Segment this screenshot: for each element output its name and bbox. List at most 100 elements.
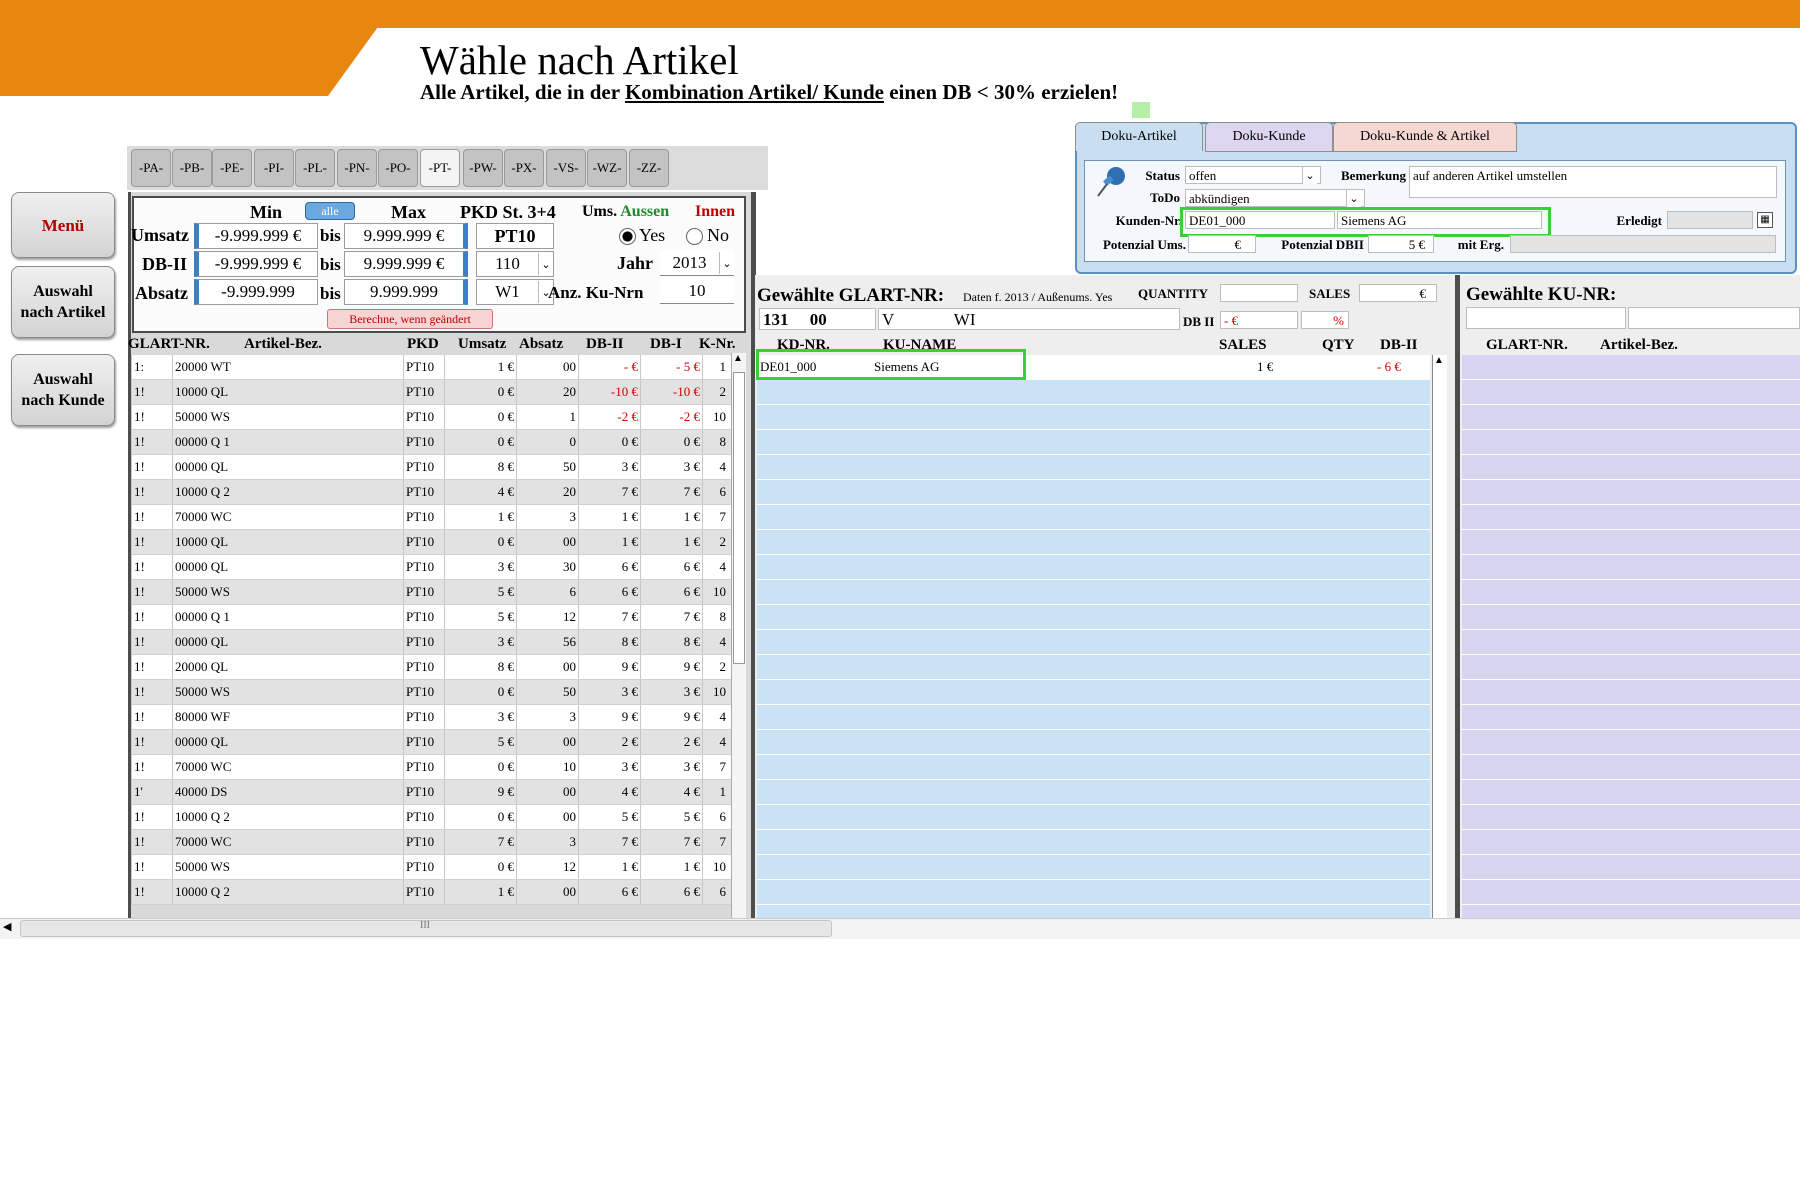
select-by-customer-button[interactable]: Auswahl nach Kunde (11, 354, 115, 426)
table-row[interactable]: 1! 00000 QL PT10 3 €56 8 €8 €4 (131, 630, 731, 655)
tab-pkd[interactable]: -PX- (504, 149, 544, 187)
glart-field[interactable]: 131 00 (759, 308, 876, 330)
empty-row (757, 705, 1430, 730)
table-cell: 00 (516, 530, 578, 554)
status-select[interactable]: offen (1185, 166, 1321, 184)
col-sales: SALES (1219, 337, 1267, 353)
table-row[interactable]: 1! 10000 QL PT10 0 €00 1 €1 €2 (131, 530, 731, 555)
umsatz-max-field[interactable]: 9.999.999 € (344, 223, 468, 249)
bis-label-2: bis (320, 255, 341, 274)
tab-pkd[interactable]: -PA- (131, 149, 171, 187)
customer-table-scrollbar[interactable] (1432, 355, 1447, 918)
yes-radio[interactable] (619, 228, 636, 245)
tab-pkd[interactable]: -PB- (172, 149, 212, 187)
mit-erg-field[interactable] (1510, 235, 1776, 253)
tab-pkd[interactable]: -ZZ- (629, 149, 669, 187)
tab-pkd[interactable]: -WZ- (587, 149, 627, 187)
table-row[interactable]: 1! 50000 WS PT10 0 €50 3 €3 €10 (131, 680, 731, 705)
tab-pkd[interactable]: -VS- (546, 149, 586, 187)
dbii-pct-field[interactable]: % (1301, 311, 1349, 329)
empty-row (1462, 855, 1800, 880)
chevron-down-icon[interactable]: ⌄ (538, 253, 553, 275)
table-row[interactable]: 1! 50000 WS PT10 0 €12 1 €1 €10 (131, 855, 731, 880)
table-cell: 6 € (640, 580, 702, 604)
tab-pkd[interactable]: -PE- (212, 149, 252, 187)
empty-row (757, 530, 1430, 555)
table-row[interactable]: 1! 70000 WC PT10 1 €3 1 €1 €7 (131, 505, 731, 530)
chevron-down-icon[interactable]: ⌄ (1302, 167, 1317, 184)
table-row[interactable]: 1' 40000 DS PT10 9 €00 4 €4 €1 (131, 780, 731, 805)
table-row[interactable]: 1! 10000 Q 2 PT10 0 €00 5 €5 €6 (131, 805, 731, 830)
scroll-left-icon[interactable]: ◀ (3, 920, 11, 933)
sales-field[interactable]: € (1359, 284, 1437, 302)
jahr-select[interactable]: 2013 ⌄ (660, 251, 734, 276)
absatz-max-field[interactable]: 9.999.999 (344, 279, 468, 305)
pot-dbii-field[interactable]: 5 € (1368, 235, 1434, 253)
alle-button[interactable]: alle (305, 202, 355, 220)
subtitle-link[interactable]: Kombination Artikel/ Kunde (625, 80, 884, 104)
table-row[interactable]: 1! 50000 WS PT10 0 €1 -2 € -2 €10 (131, 405, 731, 430)
tab-pkd[interactable]: -PO- (378, 149, 418, 187)
daten-label: Daten f. 2013 / Außenums. Yes (963, 290, 1113, 304)
table-row[interactable]: 1! 00000 QL PT10 8 €50 3 €3 €4 (131, 455, 731, 480)
quantity-field[interactable] (1220, 284, 1298, 302)
table-cell: PT10 (403, 480, 444, 504)
tab-pkd[interactable]: -PN- (337, 149, 377, 187)
table-row[interactable]: 1! 50000 WS PT10 5 €6 6 €6 €10 (131, 580, 731, 605)
tab-doku-kunde-artikel[interactable]: Doku-Kunde & Artikel (1333, 122, 1517, 152)
scroll-up-icon[interactable]: ▲ (731, 353, 745, 367)
ku-nr-field[interactable] (1466, 307, 1626, 329)
table-row[interactable]: 1! 10000 Q 2 PT10 4 €20 7 €7 €6 (131, 480, 731, 505)
tab-pkd[interactable]: -PI- (254, 149, 294, 187)
table-row[interactable]: 1! 70000 WC PT10 0 €10 3 €3 €7 (131, 755, 731, 780)
select-by-article-button[interactable]: Auswahl nach Artikel (11, 266, 115, 338)
table-row[interactable]: 1! 00000 QL PT10 5 €00 2 €2 €4 (131, 730, 731, 755)
pot-ums-field[interactable]: € (1188, 235, 1256, 253)
anz-field[interactable]: 10 (660, 279, 734, 304)
erledigt-field[interactable] (1667, 211, 1753, 229)
table-row[interactable]: 1! 00000 QL PT10 3 €30 6 €6 €4 (131, 555, 731, 580)
table-row[interactable]: 1! 00000 Q 1 PT10 5 €12 7 €7 €8 (131, 605, 731, 630)
tab-doku-kunde[interactable]: Doku-Kunde (1205, 122, 1333, 152)
dbii-min-field[interactable]: -9.999.999 € (194, 251, 318, 277)
table-cell: 3 € (578, 455, 640, 479)
article-table-scroll-thumb[interactable] (733, 372, 745, 664)
ku-name-field[interactable] (1628, 307, 1800, 329)
table-row[interactable]: 1! 10000 Q 2 PT10 1 €00 6 €6 €6 (131, 880, 731, 905)
no-radio[interactable] (686, 228, 703, 245)
absatz-min-field[interactable]: -9.999.999 (194, 279, 318, 305)
table-row[interactable]: 1: 20000 WT PT10 1 €00- € - 5 €1 (131, 355, 731, 380)
pkd-value-field[interactable]: PT10 (476, 223, 554, 249)
table-cell: 10000 QL (172, 530, 234, 554)
table-row[interactable]: 1! 80000 WF PT10 3 €3 9 €9 €4 (131, 705, 731, 730)
tab-pkd[interactable]: -PT- (420, 149, 460, 187)
tab-doku-artikel[interactable]: Doku-Artikel (1075, 122, 1203, 151)
todo-select[interactable]: abkündigen (1185, 189, 1365, 207)
code-select[interactable]: 110 ⌄ (476, 251, 554, 277)
table-row[interactable]: 1! 70000 WC PT10 7 €3 7 €7 €7 (131, 830, 731, 855)
umsatz-min-field[interactable]: -9.999.999 € (194, 223, 318, 249)
calendar-icon[interactable]: ▦ (1757, 212, 1773, 228)
empty-row (757, 805, 1430, 830)
table-cell: 1 € (578, 505, 640, 529)
menu-button[interactable]: Menü (11, 192, 115, 258)
chevron-down-icon[interactable]: ⌄ (719, 252, 734, 274)
col-mid-dbii: DB-II (1380, 337, 1418, 353)
w-select[interactable]: W1 ⌄ (476, 279, 554, 305)
tab-pkd[interactable]: -PW- (463, 149, 503, 187)
glart-value: 131 (763, 310, 789, 329)
tab-pkd[interactable]: -PL- (295, 149, 335, 187)
article-desc-field[interactable]: V WI (878, 308, 1180, 330)
bemerkung-field[interactable]: auf anderen Artikel umstellen (1409, 166, 1777, 198)
chevron-down-icon[interactable]: ⌄ (1346, 190, 1361, 207)
recalculate-button[interactable]: Berechne, wenn geändert (327, 309, 493, 329)
scroll-up-icon[interactable]: ▲ (1432, 355, 1446, 369)
table-cell: 7 € (640, 830, 702, 854)
table-row[interactable]: 1! 00000 Q 1 PT10 0 €0 0 €0 €8 (131, 430, 731, 455)
table-row[interactable]: 1! 10000 QL PT10 0 €20 -10 € -10 €2 (131, 380, 731, 405)
table-cell: 5 € (578, 805, 640, 829)
table-row[interactable]: 1! 20000 QL PT10 8 €00 9 €9 €2 (131, 655, 731, 680)
dbii-max-field[interactable]: 9.999.999 € (344, 251, 468, 277)
table-cell: PT10 (403, 880, 444, 904)
dbii-mid-field[interactable]: - € (1220, 311, 1298, 329)
